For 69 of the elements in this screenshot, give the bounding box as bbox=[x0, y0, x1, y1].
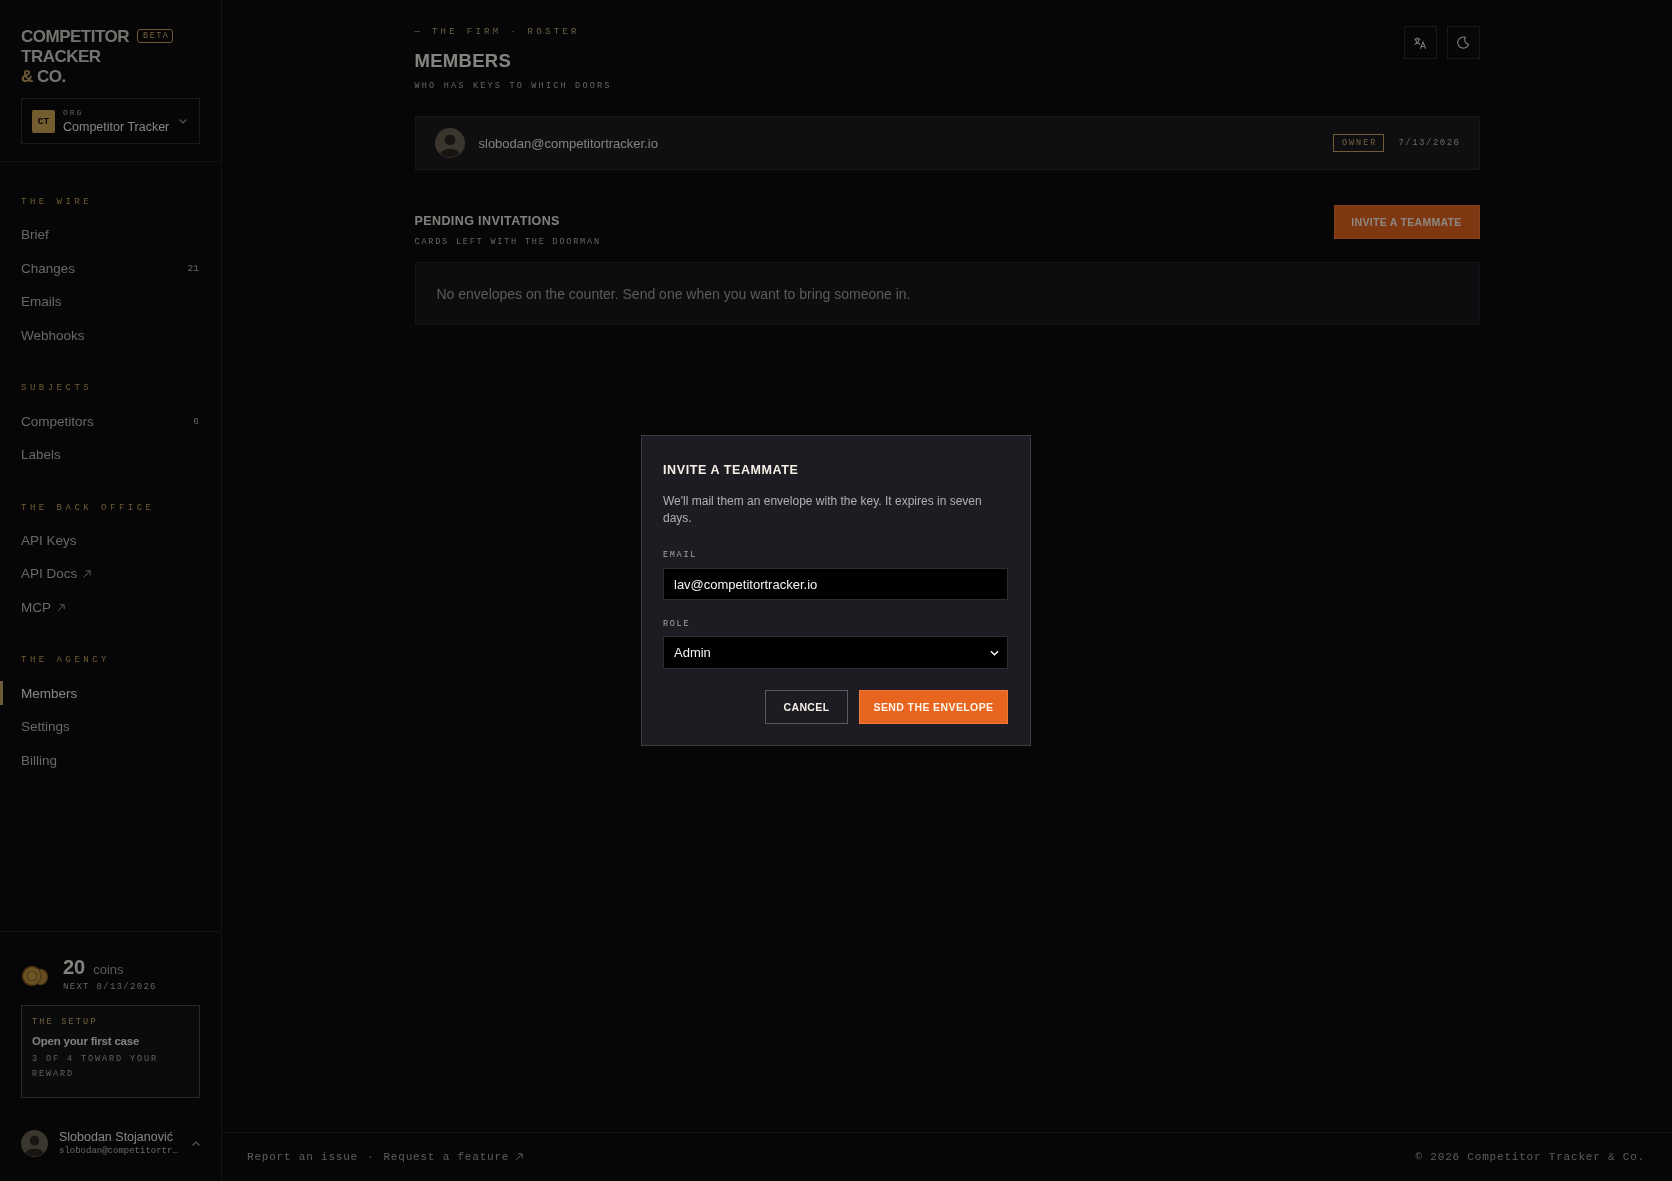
external-link-icon bbox=[515, 1153, 524, 1161]
user-name: Slobodan Stojanović bbox=[59, 1130, 174, 1144]
invite-button[interactable]: INVITE A TEAMMATE bbox=[1333, 205, 1480, 239]
footer-link[interactable]: Request a feature bbox=[383, 1151, 524, 1163]
logo-wordmark: COMPETITOR TRACKER & CO. bbox=[21, 27, 130, 87]
nav-item[interactable]: Competitors 6 bbox=[0, 404, 221, 438]
moon-icon bbox=[1456, 36, 1470, 49]
nav-item[interactable]: Billing bbox=[0, 743, 221, 778]
member-date: 7/13/2026 bbox=[1398, 138, 1461, 148]
section-title: PENDING INVITATIONS bbox=[414, 213, 561, 230]
dialog-description: We'll mail them an envelope with the key. It expires in seven days. bbox=[663, 493, 983, 527]
nav-item[interactable]: Members bbox=[0, 676, 221, 710]
link-separator: · bbox=[367, 1151, 375, 1163]
avatar-icon bbox=[434, 128, 465, 158]
setup-kicker: THE SETUP bbox=[32, 1017, 99, 1028]
field-label: ROLE bbox=[663, 618, 692, 630]
section-subtitle: CARDS LEFT WITH THE DOORMAN bbox=[414, 236, 601, 248]
org-switcher[interactable]: CT ORG Competitor Tracker bbox=[21, 98, 200, 144]
nav-item[interactable]: API Keys bbox=[0, 523, 221, 558]
setup-title: Open your first case bbox=[32, 1034, 141, 1049]
nav-section-title: THE WIRE bbox=[21, 196, 94, 209]
coin-unit: coins bbox=[93, 961, 124, 977]
coin-balance: 20 bbox=[63, 954, 86, 979]
item-count: 6 bbox=[193, 415, 199, 427]
nav-section-title: THE AGENCY bbox=[21, 654, 111, 668]
theme-toggle-button[interactable] bbox=[1446, 26, 1480, 59]
member-email: slobodan@competitortracker.io bbox=[478, 135, 658, 151]
nav-item[interactable]: Settings bbox=[0, 709, 221, 744]
footer-link[interactable]: Report an issue bbox=[247, 1151, 359, 1163]
org-name: Competitor Tracker bbox=[63, 120, 170, 134]
beta-badge: BETA bbox=[137, 29, 174, 43]
page-subtitle: WHO HAS KEYS TO WHICH DOORS bbox=[414, 80, 612, 92]
external-link-icon bbox=[57, 603, 65, 612]
nav-item[interactable]: API Docs bbox=[0, 557, 221, 591]
chevron-down-icon bbox=[179, 118, 187, 124]
role-badge: OWNER bbox=[1332, 134, 1385, 152]
nav-item[interactable]: Brief bbox=[0, 218, 221, 252]
chevron-down-icon bbox=[990, 649, 999, 656]
dialog-title: INVITE A TEAMMATE bbox=[663, 462, 800, 479]
send-button[interactable]: SEND THE ENVELOPE bbox=[859, 690, 1008, 724]
nav-item[interactable]: Changes 21 bbox=[0, 251, 221, 286]
user-email: slobodan@competitortr… bbox=[59, 1146, 178, 1157]
org-label: ORG bbox=[63, 108, 85, 117]
role-select[interactable]: Admin bbox=[663, 636, 1008, 669]
external-link-icon bbox=[83, 569, 92, 578]
translate-icon bbox=[1413, 35, 1427, 50]
nav-item[interactable]: MCP bbox=[0, 590, 221, 625]
page-title: MEMBERS bbox=[414, 49, 513, 73]
caret-up-icon bbox=[192, 1141, 200, 1146]
translate-button[interactable] bbox=[1403, 26, 1437, 59]
user-menu[interactable]: Slobodan Stojanović slobodan@competitortr… bbox=[21, 1130, 200, 1157]
cancel-button[interactable]: CANCEL bbox=[765, 690, 848, 724]
empty-state-message: No envelopes on the counter. Send one when you want to bring someone in. bbox=[436, 285, 911, 302]
field-label: EMAIL bbox=[663, 549, 698, 561]
nav-item[interactable]: Labels bbox=[0, 437, 221, 472]
org-initials-tile: CT bbox=[32, 109, 55, 133]
copyright-text: © 2026 Competitor Tracker & Co. bbox=[1415, 1151, 1645, 1163]
setup-caption: 3 OF 4 TOWARD YOUR REWARD bbox=[32, 1053, 159, 1081]
nav-item[interactable]: Webhooks bbox=[0, 318, 221, 353]
nav-section-title: THE BACK OFFICE bbox=[21, 501, 156, 515]
next-coins-date: NEXT 8/13/2026 bbox=[63, 981, 157, 992]
coin-stack-icon bbox=[21, 965, 49, 987]
item-count: 21 bbox=[187, 262, 199, 274]
email-field[interactable]: lav@competitortracker.io bbox=[663, 568, 1008, 600]
nav-item[interactable]: Emails bbox=[0, 285, 221, 319]
nav-section-title: SUBJECTS bbox=[21, 382, 94, 396]
page-eyebrow: — THE FIRM · ROSTER bbox=[414, 26, 581, 38]
setup-card[interactable]: THE SETUP Open your first case 3 OF 4 TOWARD YOUR REWARD bbox=[21, 1005, 200, 1098]
avatar-icon bbox=[21, 1130, 48, 1157]
